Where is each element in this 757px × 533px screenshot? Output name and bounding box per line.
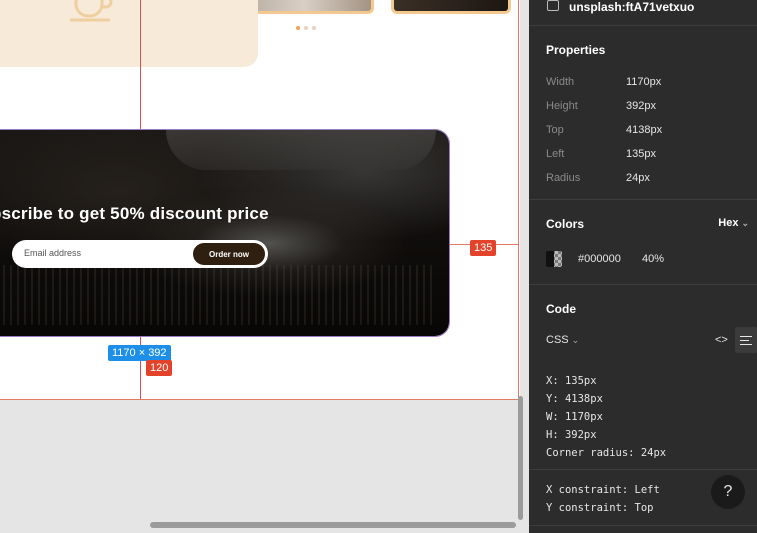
prop-value-width[interactable]: 1170px <box>626 76 661 88</box>
size-label: 1170 × 392 <box>108 345 171 361</box>
carousel-dot <box>296 26 300 30</box>
divider <box>529 284 757 285</box>
prop-value-top[interactable]: 4138px <box>626 124 662 136</box>
divider <box>529 25 757 26</box>
color-opacity-value: 40% <box>642 253 665 265</box>
color-swatch[interactable] <box>546 251 562 267</box>
color-format-select[interactable]: Hex ⌄ <box>718 217 749 229</box>
help-button[interactable]: ? <box>711 475 745 509</box>
prop-label-radius: Radius <box>546 172 581 184</box>
prop-label-top: Top <box>546 124 564 136</box>
code-title: Code <box>546 302 576 316</box>
banner-overlay <box>0 130 449 336</box>
spacing-badge: 135 <box>470 240 497 256</box>
email-input[interactable] <box>24 248 184 258</box>
code-view-icon[interactable]: <> <box>715 334 728 346</box>
order-now-button[interactable]: Order now <box>193 243 265 265</box>
code-line: Y: 4138px <box>546 393 603 405</box>
prop-label-left: Left <box>546 148 565 160</box>
horizontal-scrollbar[interactable] <box>150 522 516 528</box>
measure-guide <box>518 0 519 400</box>
color-format-label: Hex <box>718 217 739 229</box>
spacing-badge: 120 <box>146 360 173 376</box>
color-hex-value[interactable]: #000000 <box>578 253 621 265</box>
chevron-down-icon: ⌄ <box>741 218 749 228</box>
feature-card <box>0 0 258 67</box>
divider <box>529 525 757 526</box>
code-line: X: 135px <box>546 375 597 387</box>
code-line: Corner radius: 24px <box>546 447 667 459</box>
list-view-icon[interactable] <box>735 327 757 353</box>
carousel-dot <box>304 26 308 30</box>
design-canvas[interactable]: bscribe to get 50% discount price Order … <box>0 0 529 533</box>
prop-value-radius[interactable]: 24px <box>626 172 650 184</box>
code-line: X constraint: Left <box>546 484 660 496</box>
code-language-label: CSS <box>546 334 569 346</box>
prop-value-left[interactable]: 135px <box>626 148 656 160</box>
gallery-thumbnail <box>391 0 511 14</box>
code-line: W: 1170px <box>546 411 603 423</box>
measure-guide <box>0 399 520 400</box>
banner-title: bscribe to get 50% discount price <box>0 204 269 223</box>
code-line: H: 392px <box>546 429 597 441</box>
vertical-scrollbar[interactable] <box>518 396 523 520</box>
inspect-panel: unsplash:ftA71vetxuo Properties Width 11… <box>529 0 757 533</box>
prop-label-height: Height <box>546 100 578 112</box>
colors-title: Colors <box>546 217 585 231</box>
carousel-dots <box>296 26 316 30</box>
prop-label-width: Width <box>546 76 575 88</box>
divider <box>529 199 757 200</box>
coffee-cup-icon <box>70 0 113 22</box>
code-line: Y constraint: Top <box>546 502 654 514</box>
image-icon <box>547 0 559 11</box>
divider <box>529 469 757 470</box>
properties-title: Properties <box>546 43 606 57</box>
newsletter-banner-image[interactable]: bscribe to get 50% discount price Order … <box>0 129 450 337</box>
email-form: Order now <box>12 240 268 268</box>
code-language-select[interactable]: CSS ⌄ <box>546 334 579 346</box>
prop-value-height[interactable]: 392px <box>626 100 656 112</box>
chevron-down-icon: ⌄ <box>571 335 580 345</box>
layer-name: unsplash:ftA71vetxuo <box>569 0 695 14</box>
carousel-dot <box>312 26 316 30</box>
